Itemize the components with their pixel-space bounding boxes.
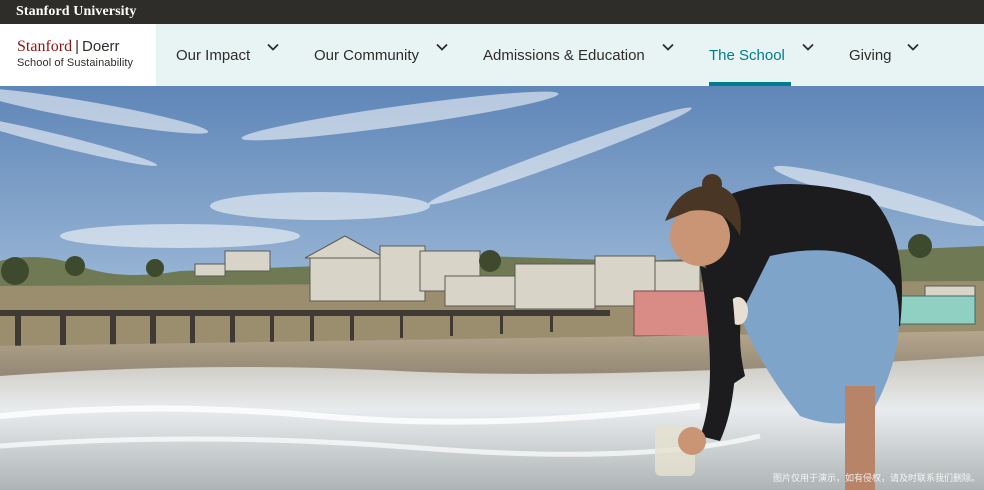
logo-separator: | <box>75 38 80 55</box>
nav-item-label: Giving <box>849 47 892 64</box>
chevron-down-icon[interactable] <box>436 41 448 53</box>
logo-subtitle: School of Sustainability <box>17 57 134 69</box>
image-caption: 图片仅用于演示，如有侵权，请及时联系我们删除。 <box>772 473 980 483</box>
chevron-down-icon[interactable] <box>662 41 674 53</box>
global-header: Stanford University <box>0 0 984 24</box>
logo-stanford: Stanford <box>17 38 73 55</box>
nav-item-the-school[interactable]: The School <box>709 24 819 86</box>
hero-image: 图片仅用于演示，如有侵权，请及时联系我们删除。 <box>0 86 984 490</box>
chevron-down-icon[interactable] <box>802 41 814 53</box>
chevron-down-icon[interactable] <box>907 41 919 53</box>
nav-item-our-community[interactable]: Our Community <box>314 24 454 86</box>
nav-item-label: The School <box>709 47 785 64</box>
nav-item-our-impact[interactable]: Our Impact <box>176 24 286 86</box>
main-navigation: Stanford | Doerr School of Sustainability … <box>0 24 984 87</box>
nav-item-giving[interactable]: Giving <box>849 24 929 86</box>
nav-item-label: Our Community <box>314 47 420 64</box>
nav-item-label: Admissions & Education <box>483 47 645 64</box>
logo-doerr: Doerr <box>82 38 120 55</box>
chevron-down-icon[interactable] <box>267 41 279 53</box>
nav-item-label: Our Impact <box>176 47 251 64</box>
nav-item-admissions-education[interactable]: Admissions & Education <box>483 24 678 86</box>
doerr-school-logo[interactable]: Stanford | Doerr School of Sustainability <box>0 24 156 86</box>
logo-wordmark: Stanford | Doerr <box>17 38 120 55</box>
stanford-university-link[interactable]: Stanford University <box>16 4 137 20</box>
beach-research-photo <box>0 86 984 490</box>
